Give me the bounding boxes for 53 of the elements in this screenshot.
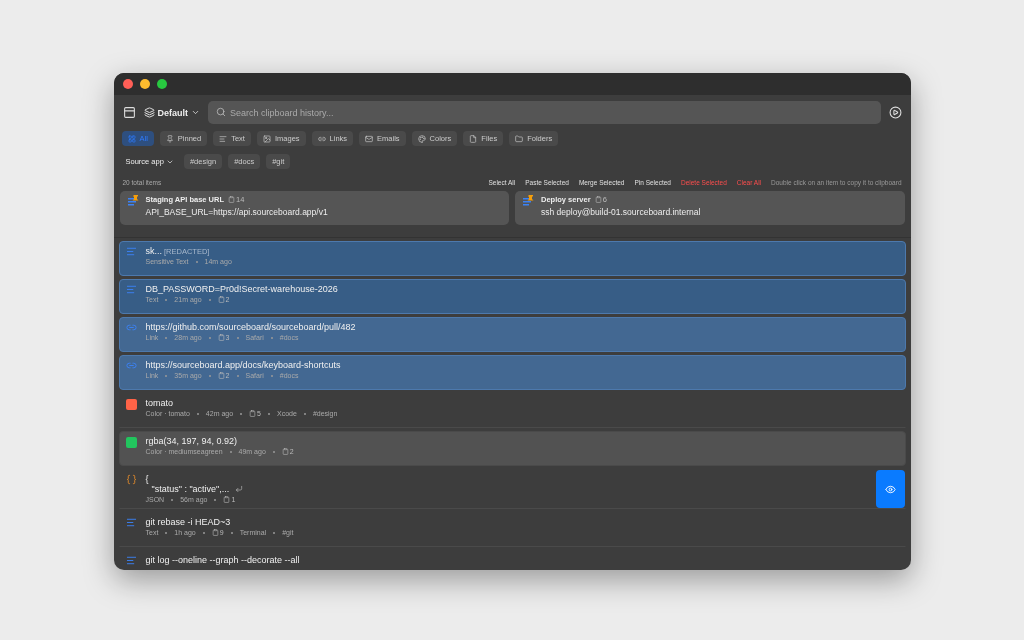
window-icon[interactable] [122,106,136,119]
copy-count-icon [217,296,225,303]
copy-count-icon [228,196,235,203]
chevron-down-icon [191,108,200,117]
copy-count-icon [217,372,225,379]
item-title: rgba(34, 197, 94, 0.92) [145,436,238,446]
close-button[interactable] [122,79,133,89]
copy-count-icon [249,410,257,417]
return-icon [235,485,244,493]
text-icon [125,517,137,528]
copy-count-icon [223,496,231,503]
search-icon [216,107,226,117]
link-icon [125,360,137,371]
profile-dropdown[interactable]: Default [143,107,200,118]
copy-count-icon [211,529,219,536]
copy-count-icon [217,334,225,341]
item-title: git log --oneline --graph --decorate --all [145,555,300,565]
copy-count-icon [281,448,289,455]
minimize-button[interactable] [139,79,150,89]
eye-icon [884,483,896,495]
link-icon [125,322,137,333]
pin-icon [165,134,174,143]
palette-icon [417,134,426,143]
zoom-button[interactable] [156,79,167,89]
text-icon [125,246,137,257]
folder-icon [515,134,524,143]
text-icon [125,555,137,566]
pinned-text-icon [127,195,139,208]
item-title: DB_PASSWORD=Pr0d!Secret-warehouse-2026 [145,284,338,294]
copy-count-icon [594,196,602,203]
item-title: tomato [145,398,173,408]
file-icon [469,134,478,143]
text-lines-icon [219,134,228,143]
search-field[interactable]: Search clipboard history... [208,101,881,124]
text-icon [125,284,137,295]
pinned-text-icon [523,195,534,208]
item-title: { [145,474,149,484]
item-title: https://github.com/sourceboard/sourceboard/pull/482 [145,322,356,332]
item-title: git rebase -i HEAD~3 [145,517,231,527]
clipboard-item[interactable]: git log --oneline --graph --decorate --all [118,550,906,570]
image-icon [262,134,271,143]
mail-icon [365,134,374,143]
preview-button[interactable] [875,470,905,508]
grid-icon [127,134,136,143]
item-title: https://sourceboard.app/docs/keyboard-shortcuts [145,360,341,370]
item-title: sk... [145,246,162,256]
play-icon[interactable] [888,106,902,119]
pinned-content: ssh deploy@build-01.sourceboard.internal [541,207,701,217]
item-second-line: "status" : "active",... [151,484,230,494]
braces-icon [125,474,137,485]
layers-icon [143,107,155,118]
pinned-content: API_BASE_URL=https://api.sourceboard.app/v1 [145,207,328,217]
link-icon [317,134,326,143]
